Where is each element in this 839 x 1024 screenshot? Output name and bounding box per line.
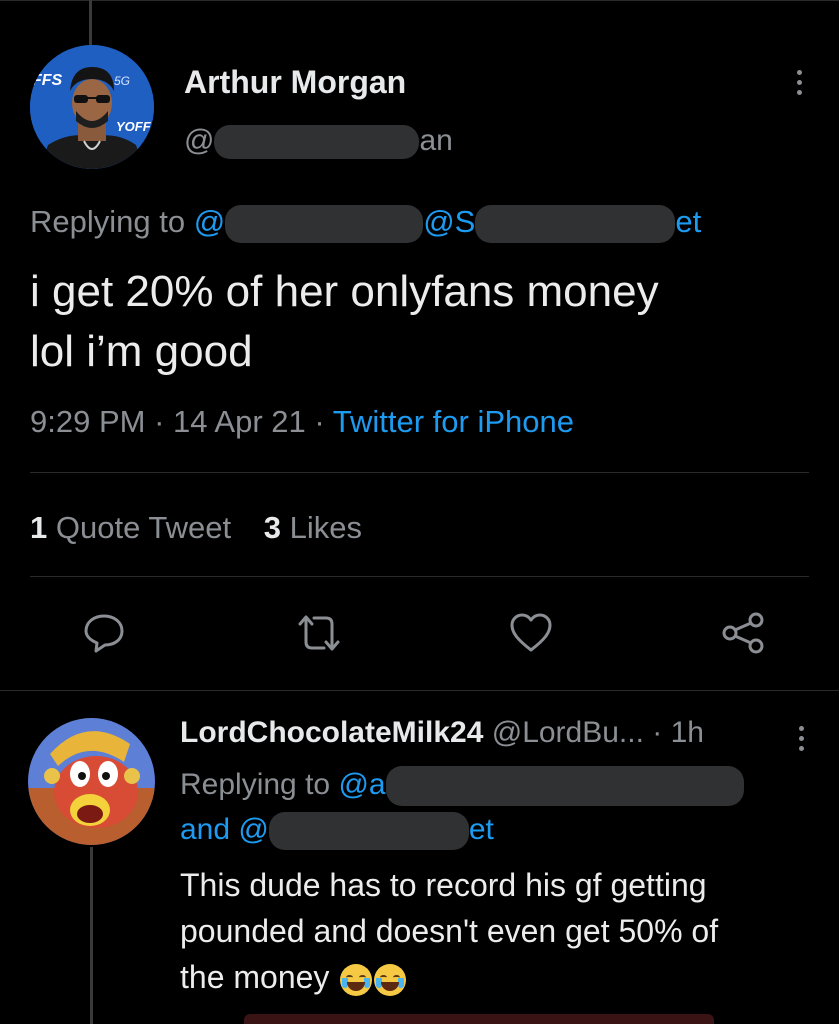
person-avatar-icon: FFS 5G YOFFS — [30, 45, 154, 169]
author-avatar[interactable]: FFS 5G YOFFS — [30, 45, 154, 169]
meta-separator: · — [314, 404, 325, 439]
reply-header: LordChocolateMilk24 @LordBu... · 1h — [180, 716, 704, 750]
top-divider — [0, 0, 839, 1]
tweet-text-line-2: lol i’m good — [30, 327, 253, 376]
divider — [30, 576, 809, 577]
reply-button[interactable] — [76, 605, 132, 661]
reply-text-line-1: This dude has to record his gf getting — [180, 867, 707, 903]
thread-line-top — [89, 0, 92, 46]
likes-stat[interactable]: 3 Likes — [264, 510, 362, 545]
redacted-mention-2 — [475, 204, 676, 243]
replying-to-line: Replying to @ @S et — [30, 204, 701, 243]
retweet-button[interactable] — [291, 605, 347, 661]
engagement-stats: 1 Quote Tweet 3 Likes — [30, 510, 362, 546]
tweet-source[interactable]: Twitter for iPhone — [333, 404, 574, 439]
reply-text: This dude has to record his gf getting p… — [180, 862, 718, 1000]
replying-to-label: Replying to — [180, 767, 331, 801]
reply-author-avatar[interactable] — [28, 718, 155, 845]
replying-to-label: Replying to — [30, 204, 186, 239]
divider — [30, 472, 809, 473]
comment-bubble-icon — [84, 614, 124, 653]
svg-text:YOFFS: YOFFS — [116, 119, 154, 134]
reply-author-handle[interactable]: @LordBu... — [492, 716, 644, 749]
reply-mention-2[interactable]: @ et — [238, 812, 494, 850]
reply-replying-to-line-2: and @ et — [180, 812, 494, 850]
meta-separator: · — [154, 404, 165, 439]
handle-suffix: an — [419, 124, 453, 157]
redacted-mention-1 — [225, 204, 424, 243]
redacted-handle — [214, 125, 420, 160]
reply-time[interactable]: 1h — [671, 716, 704, 749]
reply-mention-2[interactable]: @S et — [423, 204, 701, 243]
reply-replying-to-line: Replying to @a — [180, 766, 744, 806]
quote-tweets-stat[interactable]: 1 Quote Tweet — [30, 510, 231, 545]
handle-prefix: @ — [184, 124, 215, 157]
svg-text:5G: 5G — [114, 74, 130, 88]
divider — [0, 690, 839, 691]
face-with-tears-of-joy-icon — [340, 963, 373, 996]
reply-mention-1[interactable]: @a — [338, 766, 744, 806]
like-button[interactable] — [503, 605, 559, 661]
reply-mention-1[interactable]: @ — [194, 204, 424, 243]
face-with-tears-of-joy-icon — [374, 963, 407, 996]
reply-author-name[interactable]: LordChocolateMilk24 — [180, 716, 483, 749]
reply-text-line-2: pounded and doesn't even get 50% of — [180, 913, 719, 949]
svg-text:FFS: FFS — [32, 72, 63, 89]
tweet-text-line-1: i get 20% of her onlyfans money — [30, 267, 659, 316]
author-name[interactable]: Arthur Morgan — [184, 64, 406, 101]
reply-separator: · — [652, 716, 663, 749]
share-nodes-icon — [722, 612, 764, 654]
share-button[interactable] — [715, 605, 771, 661]
redacted-mention-1 — [385, 766, 744, 806]
more-options-icon[interactable] — [797, 70, 803, 100]
tweet-meta: 9:29 PM · 14 Apr 21 · Twitter for iPhone — [30, 404, 574, 440]
author-handle[interactable]: @ an — [184, 124, 453, 160]
thread-line-bottom — [90, 847, 93, 1024]
retweet-arrows-icon — [298, 615, 340, 651]
tweet-date[interactable]: 14 Apr 21 — [173, 404, 306, 439]
cropped-media-preview — [244, 1014, 714, 1024]
redacted-mention-2 — [268, 812, 469, 850]
heart-outline-icon — [510, 613, 552, 652]
and-label: and — [180, 812, 231, 846]
reply-text-line-3: the money — [180, 954, 718, 1000]
tweet-time[interactable]: 9:29 PM — [30, 404, 145, 439]
reply-more-options-icon[interactable] — [799, 726, 805, 756]
cartoon-character-avatar-icon — [28, 718, 155, 845]
tweet-text: i get 20% of her onlyfans money lol i’m … — [30, 262, 659, 382]
